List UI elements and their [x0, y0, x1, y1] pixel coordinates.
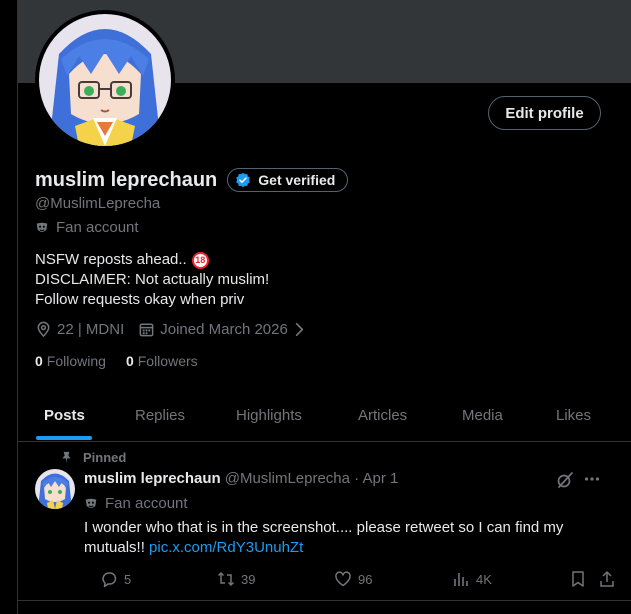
more-icon[interactable] [583, 470, 601, 488]
following-label: Following [46, 353, 106, 369]
tab-likes[interactable]: Likes [556, 388, 591, 442]
like-count: 96 [358, 571, 373, 587]
post-divider [18, 600, 631, 601]
share-icon [600, 571, 614, 587]
post-handle-date[interactable]: @MuslimLeprecha · Apr 1 [225, 470, 399, 487]
tab-highlights[interactable]: Highlights [236, 388, 302, 442]
bio-line: NSFW reposts ahead.. 18 [35, 250, 269, 270]
post-header: muslim leprechaun @MuslimLeprecha · Apr … [84, 470, 398, 487]
mask-icon [85, 498, 97, 508]
tab-posts[interactable]: Posts [44, 388, 85, 442]
following-count: 0 [35, 353, 43, 369]
name-row: muslim leprechaun Get verified [35, 168, 349, 192]
post-avatar-image [35, 469, 75, 509]
profile-page: Edit profile muslim leprechaun Get verif… [17, 0, 631, 614]
location-text: 22 | MDNI [57, 321, 125, 338]
active-tab-indicator [36, 436, 92, 440]
pinned-label: Pinned [83, 450, 127, 465]
pin-icon [62, 451, 71, 464]
edit-profile-button[interactable]: Edit profile [488, 96, 601, 130]
avatar-image [39, 14, 171, 146]
post-avatar[interactable] [35, 469, 75, 509]
display-name: muslim leprechaun [35, 168, 218, 191]
tab-media[interactable]: Media [462, 388, 503, 442]
profile-meta: 22 | MDNI Joined March 2026 [35, 321, 313, 338]
post-account-type: Fan account [84, 495, 188, 512]
repost-icon [217, 571, 235, 587]
views-button[interactable]: 4K [452, 570, 492, 588]
grok-icon[interactable] [556, 471, 574, 489]
get-verified-button[interactable]: Get verified [227, 168, 349, 192]
follow-stats: 0 Following 0 Followers [35, 353, 218, 369]
followers-link[interactable]: 0 Followers [126, 353, 198, 369]
pinned-indicator: Pinned [60, 450, 126, 465]
chevron-right-icon[interactable] [291, 321, 308, 338]
mask-icon [36, 222, 48, 232]
followers-label: Followers [137, 353, 198, 369]
profile-bio: NSFW reposts ahead.. 18 DISCLAIMER: Not … [35, 250, 269, 310]
reply-button[interactable]: 5 [100, 570, 131, 588]
account-type: Fan account [35, 219, 139, 236]
post-link[interactable]: pic.x.com/RdY3UnuhZt [149, 539, 303, 556]
location-icon [37, 321, 50, 338]
calendar-icon [139, 323, 154, 337]
verified-badge-icon [236, 172, 251, 188]
bio-line: Follow requests okay when priv [35, 291, 245, 308]
post-account-type-label: Fan account [105, 495, 188, 512]
views-count: 4K [476, 571, 492, 587]
bookmark-button[interactable] [569, 570, 593, 588]
repost-button[interactable]: 39 [217, 570, 255, 588]
following-link[interactable]: 0 Following [35, 353, 106, 369]
post-actions: 5 39 96 4K [84, 570, 624, 590]
profile-handle: @MuslimLeprecha [35, 195, 161, 212]
get-verified-label: Get verified [258, 172, 336, 188]
account-type-label: Fan account [56, 219, 139, 236]
followers-count: 0 [125, 353, 134, 369]
like-button[interactable]: 96 [334, 570, 372, 588]
bio-line: DISCLAIMER: Not actually muslim! [35, 271, 270, 288]
share-button[interactable] [598, 570, 622, 588]
tab-articles[interactable]: Articles [358, 388, 407, 442]
reply-icon [102, 572, 117, 588]
repost-count: 39 [241, 571, 256, 587]
eighteen-badge-icon: 18 [191, 251, 209, 269]
post-text: I wonder who that is in the screenshot..… [84, 518, 604, 558]
profile-tabs: Posts Replies Highlights Articles Media … [18, 388, 631, 442]
like-icon [335, 571, 351, 587]
profile-avatar[interactable] [35, 10, 175, 150]
bookmark-icon [572, 571, 584, 587]
joined-date: Joined March 2026 [160, 321, 288, 338]
views-icon [454, 573, 468, 586]
tab-replies[interactable]: Replies [135, 388, 185, 442]
post-author-name[interactable]: muslim leprechaun [84, 470, 221, 487]
reply-count: 5 [124, 571, 132, 587]
